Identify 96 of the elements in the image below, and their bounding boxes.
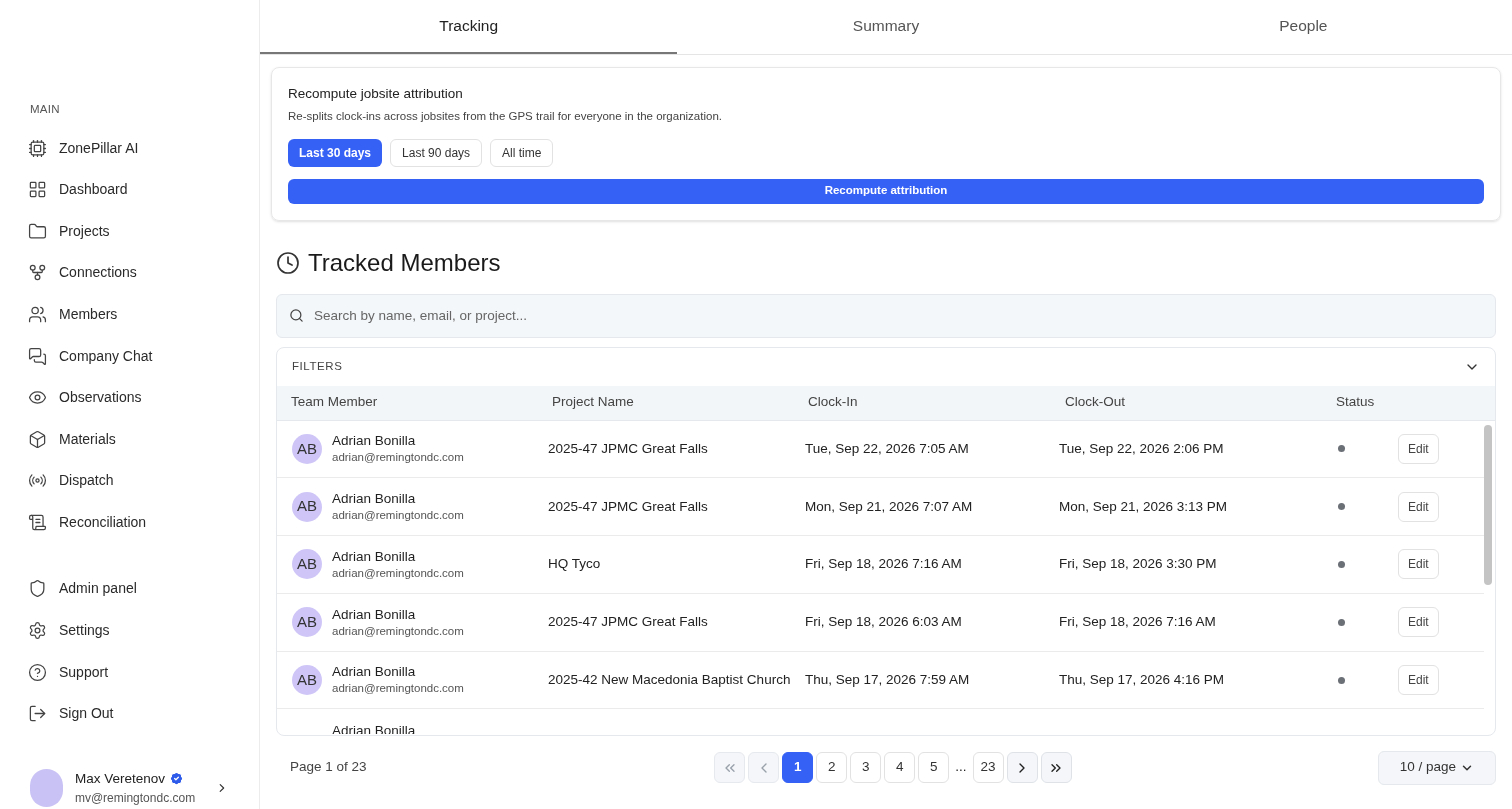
member-email: adrian@remingtondc.com — [332, 565, 464, 581]
avatar: AB — [292, 433, 322, 464]
member-name: Adrian Bonilla — [332, 548, 417, 566]
sidebar-item[interactable]: Projects — [0, 210, 259, 253]
sidebar-item[interactable]: Company Chat — [0, 335, 259, 377]
page-button[interactable]: 2 — [816, 752, 848, 783]
edit-button[interactable]: Edit — [1398, 549, 1439, 580]
table-cell-text: Tue, Sep 22, 2026 7:05 AM — [804, 439, 970, 458]
tab[interactable]: Tracking — [260, 0, 678, 54]
range-option[interactable]: Last 30 days — [288, 138, 383, 167]
last-page-button[interactable] — [1040, 752, 1072, 783]
settings-icon — [28, 621, 47, 641]
member-email: adrian@remingtondc.com — [332, 623, 464, 638]
sidebar-item[interactable]: Observations — [0, 376, 259, 419]
member-name: Adrian Bonilla — [332, 606, 417, 624]
edit-button[interactable]: Edit — [1398, 665, 1439, 696]
table-cell-text: 2025-47 JPMC Great Falls — [547, 497, 709, 516]
table-cell-text: Fri, Sep 18, 2026 6:03 AM — [804, 613, 963, 632]
shield-icon — [28, 579, 47, 599]
tab[interactable]: People — [1094, 0, 1512, 54]
table-cell-text: Thu, Sep 17, 2026 4:16 PM — [1058, 670, 1226, 689]
help-icon — [28, 662, 47, 682]
cube-icon — [28, 429, 47, 449]
sidebar-item[interactable]: Dispatch — [0, 460, 259, 502]
grid-icon — [28, 180, 47, 200]
table-cell-text: 2025-47 JPMC Great Falls — [547, 613, 709, 632]
avatar — [30, 768, 63, 807]
search-icon — [289, 308, 304, 323]
section-title: Tracked Members — [308, 247, 501, 278]
chip-icon — [28, 138, 47, 158]
edit-button[interactable]: Edit — [1398, 491, 1439, 522]
avatar: AB — [292, 549, 322, 580]
card-description: Re-splits clock-ins across jobsites from the GPS trail for everyone in the organization. — [288, 109, 723, 125]
sidebar-item[interactable]: Connections — [0, 252, 259, 294]
member-name: Adrian Bonilla — [332, 664, 417, 682]
avatar: AB — [292, 665, 322, 696]
page-ellipsis: ... — [954, 758, 968, 777]
edit-button[interactable]: Edit — [1398, 433, 1439, 464]
sign-out-icon — [28, 704, 47, 724]
page-button[interactable]: 1 — [782, 752, 814, 783]
member-name: Adrian Bonilla — [332, 491, 417, 508]
column-header: Clock-In — [807, 393, 859, 412]
sidebar-item[interactable]: Members — [0, 293, 259, 336]
sidebar-item[interactable]: Admin panel — [0, 568, 259, 610]
member-name: Adrian Bonilla — [332, 433, 417, 451]
page-button[interactable]: 3 — [850, 752, 882, 783]
table-cell-text: Tue, Sep 22, 2026 2:06 PM — [1058, 439, 1225, 458]
recompute-button[interactable]: Recompute attribution — [288, 178, 1484, 204]
table-cell-text: Fri, Sep 18, 2026 3:30 PM — [1058, 555, 1218, 574]
receipt-icon — [28, 512, 47, 532]
users-icon — [28, 304, 47, 324]
card-title: Recompute jobsite attribution — [288, 85, 464, 103]
page-summary: Page 1 of 23 — [290, 758, 368, 777]
table-cell-text: 2025-42 New Macedonia Baptist Church — [547, 670, 792, 689]
column-header: Clock-Out — [1064, 393, 1126, 412]
sidebar-item[interactable]: Materials — [0, 418, 259, 460]
sidebar-item[interactable]: Reconciliation — [0, 501, 259, 544]
sidebar-item[interactable]: Dashboard — [0, 168, 259, 211]
filters-bar[interactable]: FILTERS — [277, 347, 1495, 386]
user-name: Max Veretenov — [74, 769, 165, 788]
next-page-button[interactable] — [1006, 752, 1038, 783]
range-option[interactable]: Last 90 days — [390, 138, 483, 167]
clock-icon — [276, 250, 300, 275]
table-cell-text: Fri, Sep 18, 2026 7:16 AM — [804, 555, 963, 574]
member-email: adrian@remingtondc.com — [332, 507, 464, 523]
sidebar-item[interactable]: Sign Out — [0, 692, 259, 735]
table-cell-text: Mon, Sep 21, 2026 3:13 PM — [1058, 497, 1229, 516]
table-cell-text: 2025-47 JPMC Great Falls — [547, 439, 709, 458]
sidebar-item[interactable]: Support — [0, 651, 259, 693]
column-header: Project Name — [551, 393, 635, 412]
table-cell-text: HQ Tyco — [547, 555, 602, 574]
sidebar-item[interactable]: ZonePillar AI — [0, 127, 259, 169]
member-email: adrian@remingtondc.com — [332, 681, 464, 696]
edit-button[interactable]: Edit — [1398, 607, 1439, 638]
table-cell-text: Thu, Sep 17, 2026 7:59 AM — [804, 670, 971, 689]
table-cell-text: Fri, Sep 18, 2026 7:16 AM — [1058, 613, 1217, 632]
avatar: AB — [292, 607, 322, 638]
column-header: Status — [1335, 393, 1376, 412]
chat-icon — [28, 346, 47, 366]
page-button[interactable]: 23 — [972, 752, 1004, 783]
range-option[interactable]: All time — [490, 138, 554, 167]
table-cell-text: Mon, Sep 21, 2026 7:07 AM — [804, 497, 974, 516]
section-label: MAIN — [29, 102, 61, 117]
fork-icon — [28, 263, 47, 283]
page-size-select[interactable]: 10 / page — [1377, 750, 1496, 785]
user-email: mv@remingtondc.com — [74, 789, 196, 807]
member-email: adrian@remingtondc.com — [332, 450, 464, 465]
column-header: Team Member — [290, 393, 379, 412]
scrollbar[interactable] — [1484, 424, 1492, 585]
search-field[interactable]: Search by name, email, or project... — [276, 293, 1496, 338]
tab[interactable]: Summary — [677, 0, 1095, 54]
folder-icon — [28, 221, 47, 241]
avatar: AB — [292, 491, 322, 522]
page-button[interactable]: 4 — [884, 752, 916, 783]
sidebar-item[interactable]: Settings — [0, 609, 259, 652]
page-button[interactable]: 5 — [918, 752, 950, 783]
